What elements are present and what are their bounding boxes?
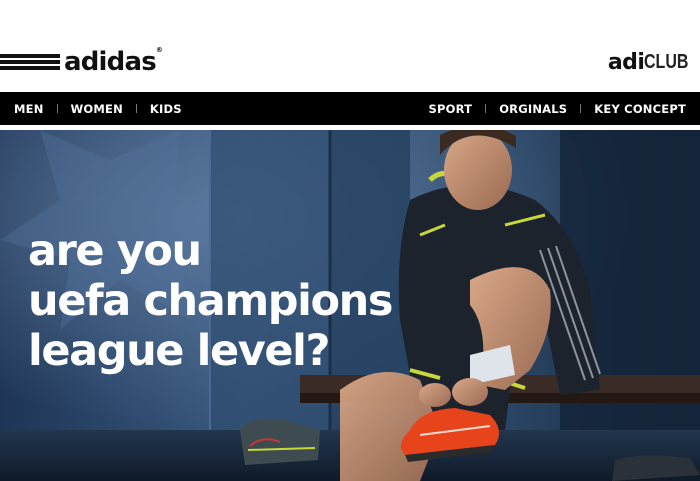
- logo-text: adidas®: [64, 46, 163, 77]
- nav-item-sport[interactable]: SPORT: [429, 102, 473, 116]
- nav-item-men[interactable]: MEN: [14, 102, 44, 116]
- nav-item-key-concept[interactable]: KEY CONCEPT: [594, 102, 686, 116]
- nav-separator: [485, 104, 487, 113]
- adiclub-logo[interactable]: adi CLUB: [607, 49, 700, 75]
- adiclub-part-adi: adi: [607, 49, 645, 75]
- nav-separator: [56, 104, 58, 113]
- nav-separator: [580, 104, 582, 113]
- nav-separator: [135, 104, 137, 113]
- adiclub-part-club: CLUB: [644, 50, 689, 73]
- nav-item-kids[interactable]: KIDS: [150, 102, 182, 116]
- hero-headline: are you uefa champions league level?: [28, 226, 393, 376]
- headline-line: league level?: [28, 326, 330, 376]
- headline-line: are you: [28, 226, 202, 276]
- nav-item-originals[interactable]: ORGINALS: [499, 102, 567, 116]
- main-nav: MEN WOMEN KIDS SPORT ORGINALS KEY CONCEP…: [0, 92, 700, 125]
- adidas-logo[interactable]: adidas®: [0, 46, 163, 77]
- hero-banner: are you uefa champions league level?: [0, 130, 700, 481]
- nav-item-women[interactable]: WOMEN: [71, 102, 123, 116]
- nav-left: MEN WOMEN KIDS: [14, 92, 182, 125]
- nav-right: SPORT ORGINALS KEY CONCEPT: [429, 92, 686, 125]
- three-stripes-icon: [0, 52, 60, 72]
- header: adidas® adi CLUB: [0, 0, 700, 92]
- headline-line: uefa champions: [28, 276, 393, 326]
